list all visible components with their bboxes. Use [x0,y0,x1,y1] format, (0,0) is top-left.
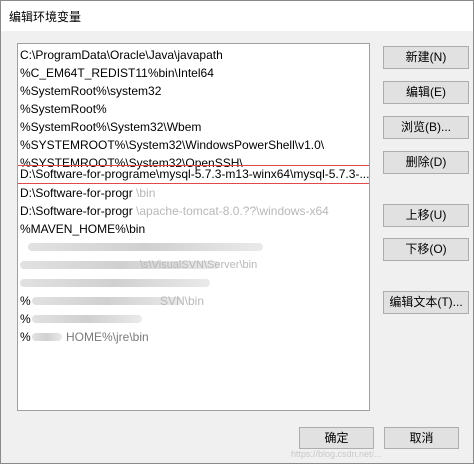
blurred-region [28,243,263,251]
list-item[interactable]: D:\Software-for-progr \bin [20,184,155,202]
cancel-button[interactable]: 取消 [384,427,459,449]
list-item-selected[interactable]: D:\Software-for-programe\mysql-5.7.3-m13… [18,165,369,184]
list-item[interactable]: %SystemRoot% [20,100,107,118]
list-item-text: % [20,312,31,326]
list-item-text: D:\Software-for-progr [20,186,133,200]
list-item[interactable]: C:\ProgramData\Oracle\Java\javapath [20,46,223,64]
list-item-text-blurred: \apache-tomcat-8.0.??\windows-x64 [136,204,329,218]
list-item-text-blurred: SVN\bin [160,294,205,308]
move-up-button[interactable]: 上移(U) [383,204,469,227]
list-item-text: % [20,330,31,344]
list-item[interactable]: %SystemRoot%\system32 [20,82,161,100]
edit-text-button[interactable]: 编辑文本(T)... [383,291,469,314]
title-bar: 编辑环境变量 [1,1,473,31]
list-item-text-blurred: \s\VisualSVN\Server\bin [140,259,258,271]
path-list[interactable]: C:\ProgramData\Oracle\Java\javapath %C_E… [17,43,370,411]
watermark: https://blog.csdn.net/... [291,449,382,459]
edit-environment-variable-dialog: 编辑环境变量 C:\ProgramData\Oracle\Java\javapa… [0,0,474,464]
ok-button[interactable]: 确定 [299,427,374,449]
list-item[interactable]: %C_EM64T_REDIST11%bin\Intel64 [20,64,214,82]
list-item[interactable]: %MAVEN_HOME%\bin [20,220,145,238]
list-item-text: % [20,294,31,308]
blurred-region [32,315,142,323]
list-item-text: D:\Software-for-progr [20,204,133,218]
delete-button[interactable]: 删除(D) [383,151,469,174]
blurred-region [20,279,210,287]
list-item[interactable]: %SYSTEMROOT%\System32\WindowsPowerShell\… [20,136,324,154]
list-item-text-blurred: \bin [136,186,156,200]
blurred-region [32,333,62,341]
list-item[interactable]: % HOME%\jre\bin [20,328,149,346]
browse-button[interactable]: 浏览(B)... [383,116,469,139]
list-item[interactable]: % [20,310,142,328]
list-item-text-blurred: HOME%\jre\bin [66,330,149,344]
list-item[interactable]: %SystemRoot%\System32\Wbem [20,118,201,136]
edit-button[interactable]: 编辑(E) [383,81,469,104]
move-down-button[interactable]: 下移(O) [383,238,469,261]
list-item[interactable]: % SVN\bin [20,292,204,310]
list-item[interactable]: D:\Software-for-progr \apache-tomcat-8.0… [20,202,329,220]
new-button[interactable]: 新建(N) [383,46,469,69]
dialog-title: 编辑环境变量 [9,10,82,24]
